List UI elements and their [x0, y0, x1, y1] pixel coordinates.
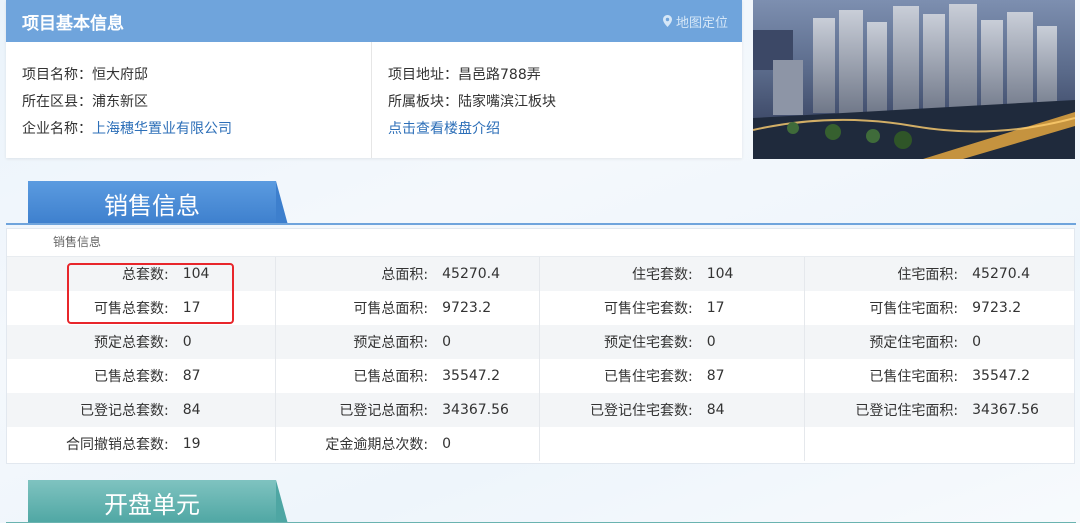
company-row: 企业名称：上海穗华置业有限公司	[22, 116, 371, 143]
project-name-label: 项目名称：	[22, 67, 92, 83]
sales-cell-label: 预定住宅面积:	[804, 325, 971, 359]
project-info-right: 项目地址：昌邑路788弄 所属板块：陆家嘴滨江板块 点击查看楼盘介绍	[372, 42, 556, 158]
project-info-left: 项目名称：恒大府邸 所在区县：浦东新区 企业名称：上海穗华置业有限公司	[6, 42, 372, 158]
map-link-label[interactable]: 地图定位	[676, 12, 728, 31]
project-info-card: 项目基本信息 地图定位 项目名称：恒大府邸 所在区县：浦东新区 企业名称：上海穗…	[6, 0, 742, 158]
table-row: 预定总套数: 0 预定总面积: 0 预定住宅套数: 0 预定住宅面积: 0	[7, 325, 1074, 359]
sector-row: 所属板块：陆家嘴滨江板块	[388, 89, 556, 116]
sales-cell-value: 45270.4	[970, 257, 1074, 291]
sales-cell-label: 住宅套数:	[539, 257, 705, 291]
sales-cell-value: 0	[440, 325, 541, 359]
sales-cell-value: 35547.2	[970, 359, 1074, 393]
sales-cell-label: 已售住宅套数:	[539, 359, 705, 393]
project-name-value: 恒大府邸	[92, 67, 148, 83]
project-name-row: 项目名称：恒大府邸	[22, 62, 371, 89]
sales-cell-value: 34367.56	[440, 393, 541, 427]
sales-cell-value: 0	[970, 325, 1074, 359]
tab-opening-units[interactable]: 开盘单元	[28, 480, 288, 523]
sales-cell-value	[970, 427, 1074, 461]
table-row: 已登记总套数: 84 已登记总面积: 34367.56 已登记住宅套数: 84 已登记住宅面…	[7, 393, 1074, 427]
sales-cell-value: 9723.2	[440, 291, 541, 325]
sales-cell-value: 35547.2	[440, 359, 541, 393]
company-label: 企业名称：	[22, 121, 92, 137]
sales-cell-value	[704, 427, 805, 461]
sales-cell-label: 预定住宅套数:	[539, 325, 705, 359]
address-label: 项目地址：	[388, 67, 458, 83]
sales-cell-label: 合同撤销总套数:	[7, 427, 181, 461]
company-link[interactable]: 上海穗华置业有限公司	[92, 121, 232, 137]
sales-cell-label: 可售住宅套数:	[539, 291, 705, 325]
table-row: 已售总套数: 87 已售总面积: 35547.2 已售住宅套数: 87 已售住宅面积: 355…	[7, 359, 1074, 393]
sales-cell-label: 可售住宅面积:	[804, 291, 971, 325]
sector-label: 所属板块：	[388, 94, 458, 110]
map-location-link[interactable]: 地图定位	[662, 12, 728, 31]
sales-cell-value: 84	[704, 393, 805, 427]
highlight-box	[67, 263, 234, 324]
sales-cell-label: 住宅面积:	[804, 257, 971, 291]
project-info-title: 项目基本信息	[22, 13, 124, 34]
sales-cell-value: 87	[180, 359, 276, 393]
sales-cell-label: 已登记总面积:	[275, 393, 441, 427]
sales-cell-value: 9723.2	[970, 291, 1074, 325]
sales-cell-value: 104	[704, 257, 805, 291]
sales-cell-value: 45270.4	[440, 257, 541, 291]
tab-sales-info[interactable]: 销售信息	[28, 181, 288, 225]
table-row: 合同撤销总套数: 19 定金逾期总次数: 0	[7, 427, 1074, 461]
sales-cell-value: 84	[180, 393, 276, 427]
intro-row: 点击查看楼盘介绍	[388, 116, 556, 143]
skyline-image	[753, 0, 1075, 159]
sales-cell-value: 17	[704, 291, 805, 325]
district-value: 浦东新区	[92, 94, 148, 110]
sales-cell-label: 可售总面积:	[275, 291, 441, 325]
sales-cell-label: 已售住宅面积:	[804, 359, 971, 393]
sales-cell-value: 34367.56	[970, 393, 1074, 427]
units-section-bar: 开盘单元	[6, 480, 1076, 523]
sales-cell-label: 预定总套数:	[7, 325, 181, 359]
sales-cell-label: 预定总面积:	[275, 325, 441, 359]
property-intro-link[interactable]: 点击查看楼盘介绍	[388, 121, 500, 137]
sales-section-bar: 销售信息	[6, 181, 1076, 225]
project-info-header: 项目基本信息 地图定位	[6, 0, 742, 42]
sales-cell-value: 0	[180, 325, 276, 359]
sales-cell-label: 定金逾期总次数:	[275, 427, 441, 461]
sales-cell-label: 已登记总套数:	[7, 393, 181, 427]
map-pin-icon	[662, 15, 672, 27]
district-row: 所在区县：浦东新区	[22, 89, 371, 116]
sales-cell-label: 已登记住宅套数:	[539, 393, 705, 427]
sector-value: 陆家嘴滨江板块	[458, 94, 556, 110]
sales-section-divider	[6, 223, 1076, 225]
sales-caption: 销售信息	[7, 229, 1074, 257]
sales-cell-label: 总面积:	[275, 257, 441, 291]
sales-cell-value: 19	[180, 427, 276, 461]
sales-cell-value: 0	[704, 325, 805, 359]
address-value: 昌邑路788弄	[458, 67, 541, 83]
sales-cell-label	[539, 427, 705, 461]
sales-cell-label: 已登记住宅面积:	[804, 393, 971, 427]
district-label: 所在区县：	[22, 94, 92, 110]
sales-cell-value: 0	[440, 427, 541, 461]
sales-cell-label: 已售总套数:	[7, 359, 181, 393]
address-row: 项目地址：昌邑路788弄	[388, 62, 556, 89]
sales-cell-value: 87	[704, 359, 805, 393]
sales-cell-label	[804, 427, 971, 461]
project-photo	[753, 0, 1075, 159]
sales-cell-label: 已售总面积:	[275, 359, 441, 393]
